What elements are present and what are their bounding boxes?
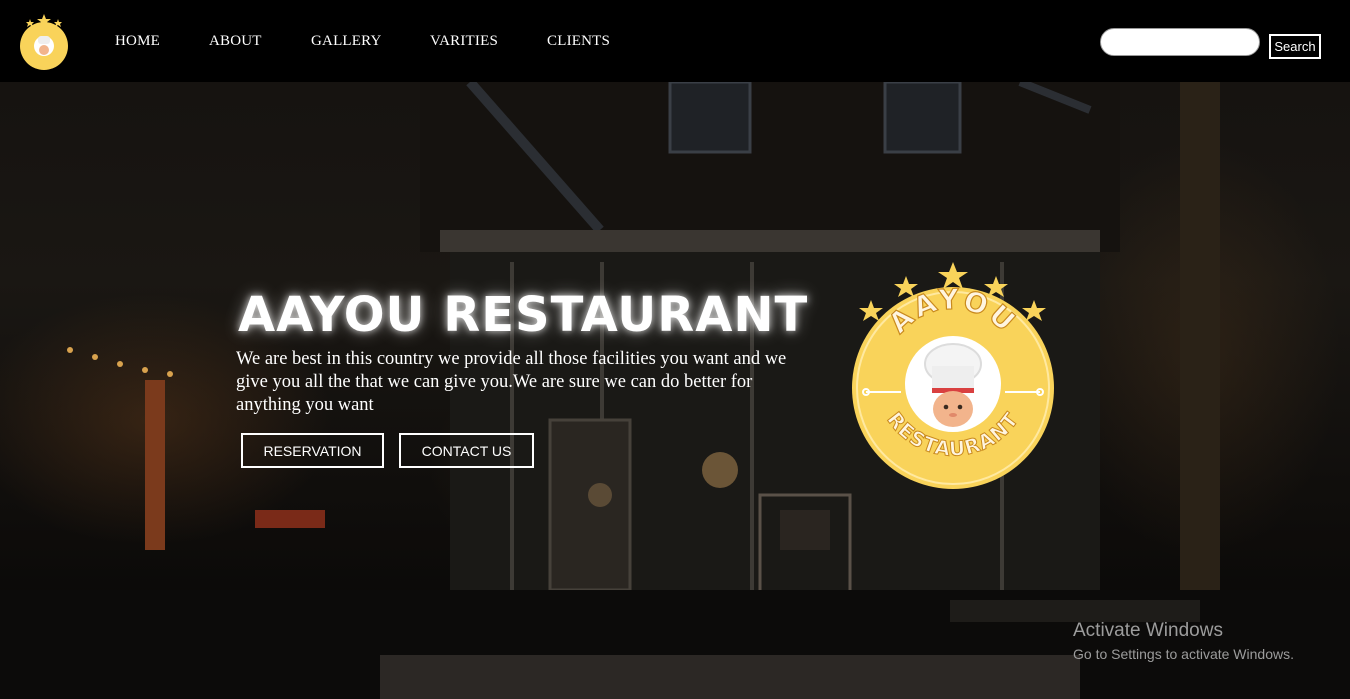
restaurant-logo: AAYOU RESTAURANT — [846, 262, 1060, 494]
reservation-button[interactable]: RESERVATION — [241, 433, 384, 468]
hero-description: We are best in this country we provide a… — [236, 349, 787, 415]
nav-about[interactable]: ABOUT — [209, 33, 262, 50]
search-button[interactable]: Search — [1269, 34, 1321, 59]
logo-icon — [20, 14, 68, 70]
contact-us-button[interactable]: CONTACT US — [399, 433, 534, 468]
nav-home[interactable]: HOME — [115, 33, 160, 50]
activate-windows-title: Activate Windows — [1073, 620, 1223, 641]
activate-windows-subtitle: Go to Settings to activate Windows. — [1073, 646, 1294, 662]
nav-gallery[interactable]: GALLERY — [311, 33, 382, 50]
hero-title: AAYOU RESTAURANT — [238, 287, 809, 343]
nav-varities[interactable]: VARITIES — [430, 33, 498, 50]
site-logo[interactable] — [18, 14, 70, 70]
search-input[interactable] — [1100, 28, 1260, 56]
nav-clients[interactable]: CLIENTS — [547, 33, 610, 50]
